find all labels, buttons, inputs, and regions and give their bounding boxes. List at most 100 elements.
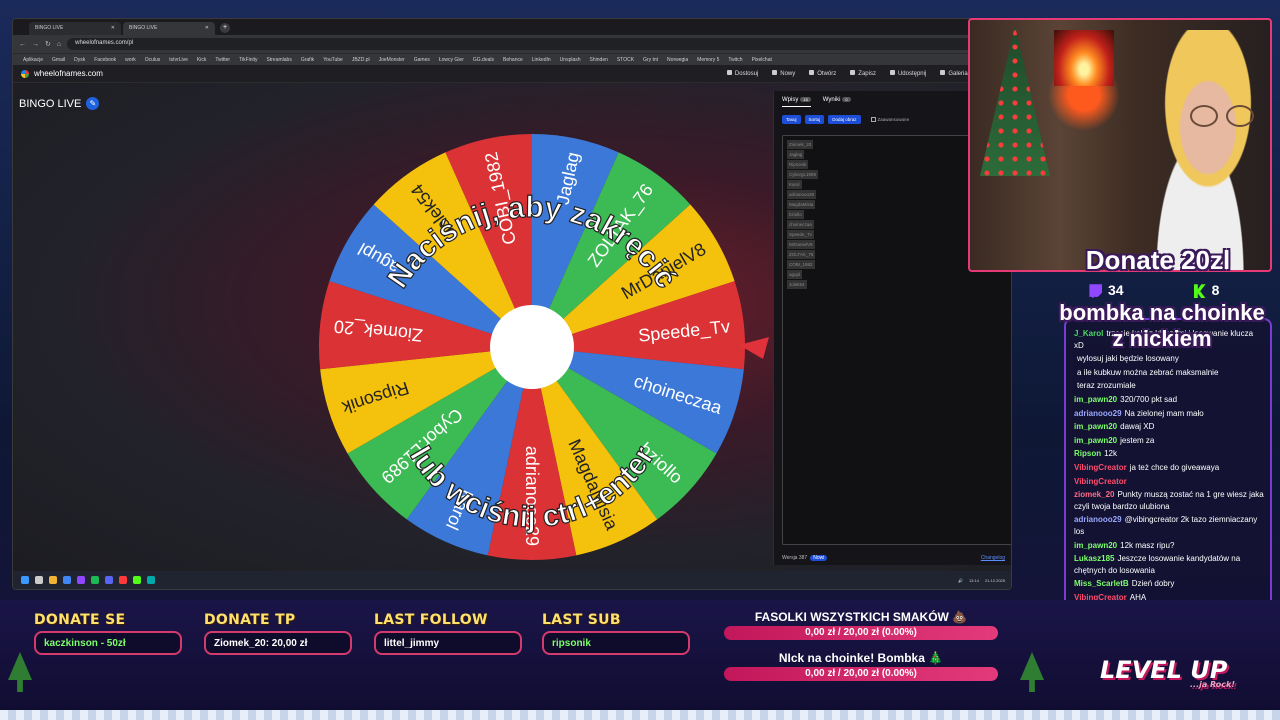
chat-username[interactable]: im_pawn20 (1074, 395, 1117, 404)
bookmark-item[interactable]: Twitter (215, 57, 230, 63)
url-input[interactable]: wheelofnames.com/pl (67, 38, 1005, 50)
bookmark-item[interactable]: JoeMonster (379, 57, 405, 63)
app-icon[interactable] (119, 576, 127, 584)
bookmark-item[interactable]: Behance (503, 57, 523, 63)
address-bar: ← → ↻ ⌂ wheelofnames.com/pl (13, 35, 1011, 53)
chat-username[interactable]: ziomek_20 (1074, 490, 1114, 499)
twitch-icon[interactable] (77, 576, 85, 584)
tab-results[interactable]: Wyniki 0 (823, 97, 851, 107)
bookmark-item[interactable]: work (125, 57, 136, 63)
close-icon[interactable]: ✕ (205, 25, 209, 32)
bookmark-item[interactable]: Gry tnt (643, 57, 658, 63)
forward-icon[interactable]: → (32, 41, 39, 48)
donation-goal: NIck na choinke! Bombka 🎄 0,00 zł / 20,0… (724, 651, 998, 681)
bookmark-item[interactable]: Gmail (52, 57, 65, 63)
sort-button[interactable]: Sortuj (804, 115, 825, 124)
kick-icon[interactable] (133, 576, 141, 584)
bookmark-item[interactable]: Unsplash (560, 57, 581, 63)
back-icon[interactable]: ← (19, 41, 26, 48)
bookmark-item[interactable]: Kick (197, 57, 206, 63)
menu-item[interactable]: Nowy (772, 70, 795, 77)
webcam-feed (968, 18, 1272, 272)
bookmark-item[interactable]: GG.deals (473, 57, 494, 63)
chat-username[interactable]: Ripson (1074, 449, 1101, 458)
bookmark-item[interactable]: Games (414, 57, 430, 63)
bookmark-item[interactable]: Norwegia (667, 57, 688, 63)
browser-tab-active[interactable]: BINGO LIVE ✕ (123, 22, 215, 35)
bookmark-item[interactable]: Aplikacje (23, 57, 43, 63)
browser-icon[interactable] (63, 576, 71, 584)
bookmark-item[interactable]: Pixelchat (752, 57, 772, 63)
entry-line: Speede_Tv (787, 230, 815, 239)
advanced-checkbox[interactable]: Zaawansowane (870, 117, 909, 123)
bookmark-item[interactable]: Grafik (301, 57, 314, 63)
new-tab-icon[interactable]: + (220, 23, 230, 33)
menu-item[interactable]: Zapisz (850, 70, 876, 77)
menu-item[interactable]: Udostępnij (889, 70, 926, 77)
kick-icon (1193, 284, 1206, 299)
chat-username[interactable]: im_pawn20 (1074, 541, 1117, 550)
bookmark-item[interactable]: Twitch (728, 57, 742, 63)
chat-username[interactable]: VibingCreator (1074, 463, 1127, 472)
wheel[interactable]: COBI_1982 JaglagZOLTAK_76MrDanielV8Speede… (13, 83, 773, 573)
bookmark-item[interactable]: STOCK (617, 57, 634, 63)
goal-title: FASOLKI WSZYSTKICH SMAKÓW 💩 (754, 610, 968, 624)
folder-icon[interactable] (49, 576, 57, 584)
menu-item[interactable]: Dostosuj (726, 70, 758, 77)
discord-icon[interactable] (105, 576, 113, 584)
bookmark-item[interactable]: tstvrLive (169, 57, 188, 63)
chat-message: VibingCreator ja też chce do giveawaya (1074, 462, 1264, 474)
streamer (1120, 30, 1270, 270)
bookmark-item[interactable]: Memory 5 (697, 57, 719, 63)
chat-username[interactable]: adrianooo29 (1074, 409, 1122, 418)
twitch-viewers: 34 (1088, 282, 1124, 299)
bookmark-item[interactable]: Shinden (590, 57, 608, 63)
widget-value: Ziomek_20: 20,00 zł (204, 631, 352, 655)
add-image-button[interactable]: Dodaj obraz (828, 115, 861, 124)
bookmark-item[interactable]: Streamlabs (267, 57, 292, 63)
bookmark-item[interactable]: YouTube (323, 57, 343, 63)
chat-username[interactable]: Lukasz185 (1074, 554, 1114, 563)
widget-value: littel_jimmy (374, 631, 522, 655)
clock-date[interactable]: 21.12.2025 (985, 578, 1005, 583)
widget-label: LAST SUB (542, 612, 621, 628)
chat-message: Miss_ScarletB Dzień dobry (1074, 578, 1264, 590)
bookmark-item[interactable]: JBZD.pl (352, 57, 370, 63)
volume-icon[interactable]: 🔊 (958, 578, 963, 583)
tab-title: BINGO LIVE (35, 25, 64, 31)
bookmark-item[interactable]: Łowcy Gier (439, 57, 464, 63)
chat-username[interactable]: Miss_ScarletB (1074, 579, 1129, 588)
stat-widget: LAST SUB ripsonik (542, 612, 690, 655)
changelog-link[interactable]: Changelog (981, 555, 1005, 561)
menu-item[interactable]: Galeria (940, 70, 968, 77)
browser-tab[interactable]: BINGO LIVE ✕ (29, 22, 121, 35)
reload-icon[interactable]: ↻ (45, 40, 51, 48)
bookmark-item[interactable]: Dysk (74, 57, 85, 63)
chat-username[interactable]: VibingCreator (1074, 477, 1127, 486)
search-icon[interactable] (35, 576, 43, 584)
chat-username[interactable]: im_pawn20 (1074, 422, 1117, 431)
bookmark-item[interactable]: Facebook (94, 57, 116, 63)
shuffle-button[interactable]: Tasuj (782, 115, 801, 124)
site-name[interactable]: wheelofnames.com (34, 69, 103, 78)
chat-username[interactable]: adrianooo29 (1074, 515, 1122, 524)
chat-text: a ile kubkuw można zebrać maksmalnie (1077, 367, 1219, 377)
wheel-hub[interactable] (490, 305, 574, 389)
clock-time[interactable]: 13:14 (969, 578, 979, 583)
start-icon[interactable] (21, 576, 29, 584)
close-icon[interactable]: ✕ (111, 25, 115, 32)
entry-line: agupl (787, 270, 803, 279)
spotify-icon[interactable] (91, 576, 99, 584)
menu-item[interactable]: Otwórz (809, 70, 836, 77)
pixel-tree-icon (1020, 652, 1044, 692)
tab-entries[interactable]: Wpisy 15 (782, 97, 811, 107)
chat-username[interactable]: im_pawn20 (1074, 436, 1117, 445)
bookmark-item[interactable]: TikFinity (239, 57, 257, 63)
home-icon[interactable]: ⌂ (57, 41, 61, 48)
stat-widget: LAST FOLLOW littel_jimmy (374, 612, 522, 655)
twitch-icon (1089, 284, 1102, 299)
bookmark-item[interactable]: LinkedIn (532, 57, 551, 63)
app-icon[interactable] (147, 576, 155, 584)
tab-strip: BINGO LIVE ✕ BINGO LIVE ✕ + (13, 19, 1011, 35)
bookmark-item[interactable]: Oculus (145, 57, 161, 63)
